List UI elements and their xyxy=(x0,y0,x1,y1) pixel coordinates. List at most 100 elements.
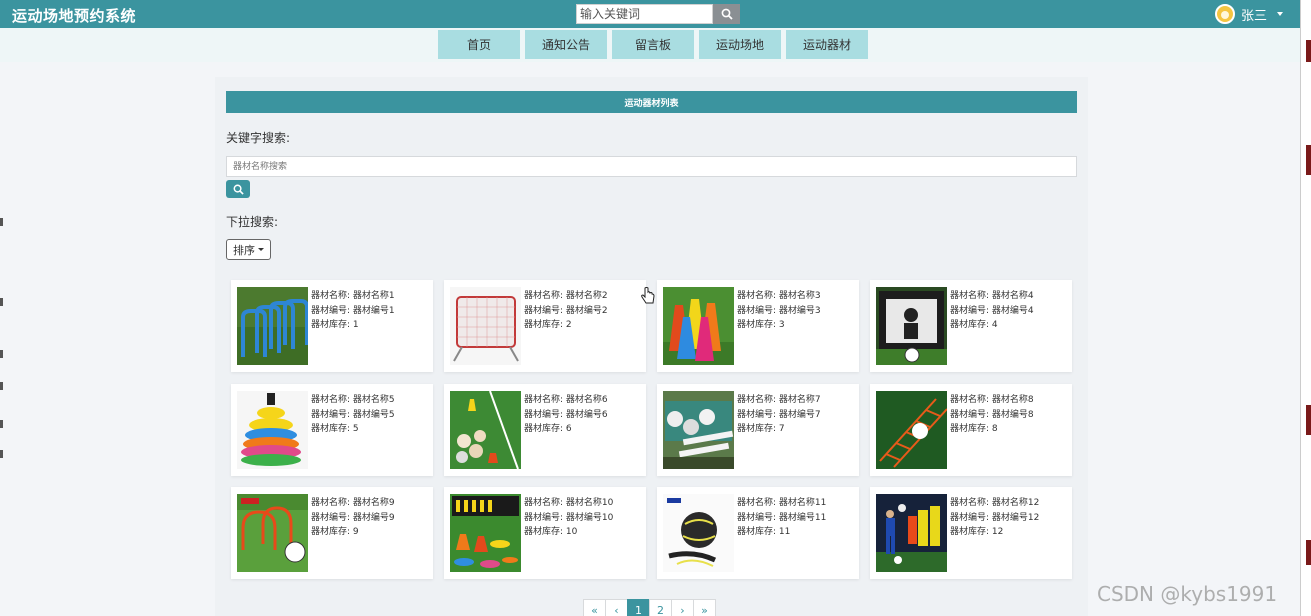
equipment-stock: 器材库存: 7 xyxy=(737,424,785,434)
nav-tab-home[interactable]: 首页 xyxy=(438,30,520,59)
equipment-code: 器材编号: 器材编号6 xyxy=(524,409,608,420)
equipment-card[interactable]: 器材名称: 器材名称5 器材编号: 器材编号5 器材库存: 5 xyxy=(231,384,433,476)
equipment-stock: 器材库存: 8 xyxy=(950,424,998,434)
equipment-image-players-training xyxy=(876,494,947,572)
equipment-code: 器材编号: 器材编号5 xyxy=(311,409,395,420)
keyword-search-label: 关键字搜索: xyxy=(226,131,291,145)
equipment-card[interactable]: 器材名称: 器材名称1 器材编号: 器材编号1 器材库存: 1 xyxy=(231,280,433,372)
top-search-button[interactable] xyxy=(713,4,740,24)
equipment-code: 器材编号: 器材编号11 xyxy=(737,512,827,523)
equipment-info: 器材名称: 器材名称12 器材编号: 器材编号12 器材库存: 12 xyxy=(950,496,1039,540)
equipment-card[interactable]: 器材名称: 器材名称3 器材编号: 器材编号3 器材库存: 3 xyxy=(657,280,859,372)
equipment-image-goal-target-net xyxy=(876,287,947,365)
equipment-name: 器材名称: 器材名称5 xyxy=(311,395,395,405)
equipment-info: 器材名称: 器材名称9 器材编号: 器材编号9 器材库存: 9 xyxy=(311,496,395,540)
caret-down-icon xyxy=(1277,12,1284,16)
equipment-code: 器材编号: 器材编号4 xyxy=(950,305,1034,316)
equipment-name: 器材名称: 器材名称2 xyxy=(524,291,608,301)
top-bar: 运动场地预约系统 张三 xyxy=(0,0,1300,28)
nav-tab-venues[interactable]: 运动场地 xyxy=(699,30,781,59)
nav-tab-equipment[interactable]: 运动器材 xyxy=(786,30,868,59)
equipment-name: 器材名称: 器材名称9 xyxy=(311,498,395,508)
equipment-name: 器材名称: 器材名称11 xyxy=(737,498,827,508)
equipment-stock: 器材库存: 9 xyxy=(311,527,359,537)
equipment-card[interactable]: 器材名称: 器材名称12 器材编号: 器材编号12 器材库存: 12 xyxy=(870,487,1072,579)
equipment-code: 器材编号: 器材编号10 xyxy=(524,512,614,523)
search-icon xyxy=(233,184,244,195)
next-page-button[interactable]: › xyxy=(671,599,694,616)
top-search-input[interactable] xyxy=(576,4,713,24)
brand-title: 运动场地预约系统 xyxy=(12,7,137,25)
equipment-stock: 器材库存: 11 xyxy=(737,527,791,537)
prev-page-button[interactable]: ‹ xyxy=(605,599,628,616)
equipment-info: 器材名称: 器材名称8 器材编号: 器材编号8 器材库存: 8 xyxy=(950,393,1034,437)
equipment-code: 器材编号: 器材编号2 xyxy=(524,305,608,316)
nav-tab-message-board[interactable]: 留言板 xyxy=(612,30,694,59)
equipment-card[interactable]: 器材名称: 器材名称6 器材编号: 器材编号6 器材库存: 6 xyxy=(444,384,646,476)
equipment-info: 器材名称: 器材名称6 器材编号: 器材编号6 器材库存: 6 xyxy=(524,393,608,437)
equipment-image-agility-hurdles xyxy=(237,287,308,365)
equipment-card[interactable]: 器材名称: 器材名称11 器材编号: 器材编号11 器材库存: 11 xyxy=(657,487,859,579)
left-edge-marks xyxy=(0,0,3,616)
sort-dropdown-button[interactable]: 排序 xyxy=(226,239,271,260)
equipment-info: 器材名称: 器材名称2 器材编号: 器材编号2 器材库存: 2 xyxy=(524,289,608,333)
equipment-info: 器材名称: 器材名称4 器材编号: 器材编号4 器材库存: 4 xyxy=(950,289,1034,333)
user-menu[interactable]: 张三 xyxy=(1215,4,1284,24)
list-title: 运动器材列表 xyxy=(226,91,1077,113)
equipment-code: 器材编号: 器材编号9 xyxy=(311,512,395,523)
pagination: « ‹ 1 2 › » xyxy=(583,599,716,616)
equipment-stock: 器材库存: 12 xyxy=(950,527,1004,537)
equipment-stock: 器材库存: 1 xyxy=(311,320,359,330)
equipment-stock: 器材库存: 6 xyxy=(524,424,572,434)
keyword-search-input[interactable] xyxy=(226,156,1077,177)
equipment-name: 器材名称: 器材名称7 xyxy=(737,395,821,405)
equipment-card[interactable]: 器材名称: 器材名称4 器材编号: 器材编号4 器材库存: 4 xyxy=(870,280,1072,372)
top-search xyxy=(576,4,740,24)
equipment-image-training-arches xyxy=(237,494,308,572)
equipment-info: 器材名称: 器材名称3 器材编号: 器材编号3 器材库存: 3 xyxy=(737,289,821,333)
equipment-card[interactable]: 器材名称: 器材名称8 器材编号: 器材编号8 器材库存: 8 xyxy=(870,384,1072,476)
right-edge-strip xyxy=(1300,0,1311,616)
equipment-code: 器材编号: 器材编号3 xyxy=(737,305,821,316)
keyword-search-button[interactable] xyxy=(226,180,250,198)
equipment-image-traffic-cones xyxy=(663,287,734,365)
equipment-stock: 器材库存: 5 xyxy=(311,424,359,434)
watermark: CSDN @kybs1991 xyxy=(1097,582,1278,606)
equipment-info: 器材名称: 器材名称7 器材编号: 器材编号7 器材库存: 7 xyxy=(737,393,821,437)
equipment-info: 器材名称: 器材名称1 器材编号: 器材编号1 器材库存: 1 xyxy=(311,289,395,333)
equipment-code: 器材编号: 器材编号7 xyxy=(737,409,821,420)
equipment-image-agility-ladder xyxy=(876,391,947,469)
equipment-code: 器材编号: 器材编号12 xyxy=(950,512,1040,523)
equipment-name: 器材名称: 器材名称3 xyxy=(737,291,821,301)
equipment-image-rebound-net xyxy=(450,287,521,365)
equipment-info: 器材名称: 器材名称5 器材编号: 器材编号5 器材库存: 5 xyxy=(311,393,395,437)
equipment-image-balls-in-crate xyxy=(663,391,734,469)
page-button-2[interactable]: 2 xyxy=(649,599,672,616)
equipment-info: 器材名称: 器材名称10 器材编号: 器材编号10 器材库存: 10 xyxy=(524,496,613,540)
first-page-button[interactable]: « xyxy=(583,599,606,616)
search-icon xyxy=(721,8,733,20)
user-name: 张三 xyxy=(1241,8,1268,24)
equipment-card[interactable]: 器材名称: 器材名称10 器材编号: 器材编号10 器材库存: 10 xyxy=(444,487,646,579)
equipment-image-disc-cones-stack xyxy=(237,391,308,469)
equipment-card[interactable]: 器材名称: 器材名称9 器材编号: 器材编号9 器材库存: 9 xyxy=(231,487,433,579)
last-page-button[interactable]: » xyxy=(693,599,716,616)
hand-cursor-icon xyxy=(641,287,655,304)
equipment-name: 器材名称: 器材名称12 xyxy=(950,498,1040,508)
equipment-card[interactable]: 器材名称: 器材名称2 器材编号: 器材编号2 器材库存: 2 xyxy=(444,280,646,372)
equipment-name: 器材名称: 器材名称6 xyxy=(524,395,608,405)
nav-tab-notices[interactable]: 通知公告 xyxy=(525,30,607,59)
equipment-stock: 器材库存: 4 xyxy=(950,320,998,330)
equipment-info: 器材名称: 器材名称11 器材编号: 器材编号11 器材库存: 11 xyxy=(737,496,826,540)
equipment-stock: 器材库存: 2 xyxy=(524,320,572,330)
equipment-code: 器材编号: 器材编号8 xyxy=(950,409,1034,420)
equipment-card[interactable]: 器材名称: 器材名称7 器材编号: 器材编号7 器材库存: 7 xyxy=(657,384,859,476)
caret-down-icon xyxy=(258,248,264,251)
equipment-name: 器材名称: 器材名称10 xyxy=(524,498,614,508)
main-nav: 首页 通知公告 留言板 运动场地 运动器材 xyxy=(438,30,868,59)
page-button-1[interactable]: 1 xyxy=(627,599,650,616)
dropdown-search-label: 下拉搜索: xyxy=(226,215,279,229)
equipment-stock: 器材库存: 10 xyxy=(524,527,578,537)
equipment-name: 器材名称: 器材名称8 xyxy=(950,395,1034,405)
equipment-stock: 器材库存: 3 xyxy=(737,320,785,330)
